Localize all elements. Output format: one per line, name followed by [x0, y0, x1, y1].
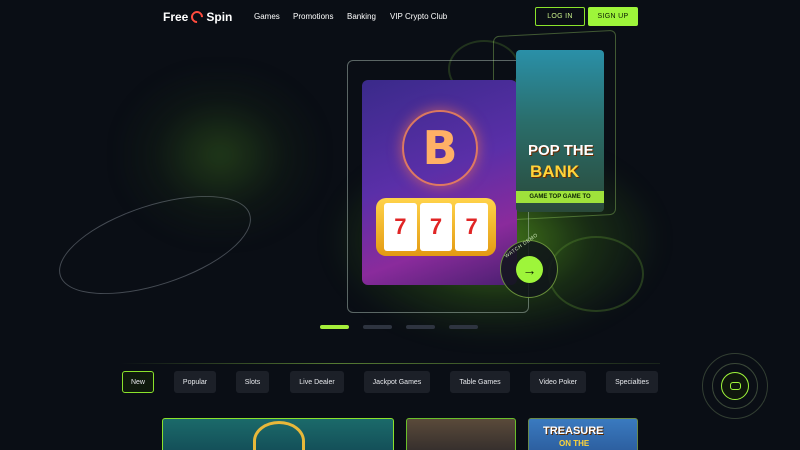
tab-video-poker[interactable]: Video Poker — [530, 371, 586, 393]
nav-games[interactable]: Games — [254, 12, 293, 21]
reel: 7 — [419, 203, 453, 251]
game-tile[interactable] — [162, 418, 394, 450]
watch-demo-button[interactable]: → — [516, 256, 543, 283]
hero-game-card[interactable]: POP THE BANK GAME TOP GAME TO — [516, 50, 604, 212]
pager-dot[interactable] — [363, 325, 392, 329]
tab-live-dealer[interactable]: Live Dealer — [290, 371, 344, 393]
game-tile-art — [253, 421, 305, 450]
chat-button[interactable] — [721, 372, 749, 400]
decorative-coin-bottom — [548, 236, 644, 312]
bitcoin-icon: B — [402, 110, 478, 186]
tab-popular[interactable]: Popular — [174, 371, 216, 393]
logo-suffix: Spin — [206, 10, 233, 24]
reel: 7 — [384, 203, 417, 251]
slot-reels: 7 7 7 — [376, 198, 496, 256]
tab-jackpot-games[interactable]: Jackpot Games — [364, 371, 430, 393]
nav-promotions[interactable]: Promotions — [293, 12, 347, 21]
tab-specialties[interactable]: Specialties — [606, 371, 658, 393]
main-nav: Games Promotions Banking VIP Crypto Club — [254, 12, 480, 21]
game-tile[interactable]: TREASURE ON THE — [528, 418, 638, 450]
arrow-right-icon: → — [522, 261, 537, 278]
chat-icon — [729, 382, 741, 390]
game-title-line2: BANK — [530, 162, 580, 181]
pager-dot[interactable] — [406, 325, 435, 329]
logo-text: Free — [163, 10, 189, 24]
tab-table-games[interactable]: Table Games — [450, 371, 510, 393]
game-tag: GAME TOP GAME TO — [516, 191, 604, 203]
game-tile-subtitle: ON THE — [559, 439, 590, 448]
tab-slots[interactable]: Slots — [236, 371, 269, 393]
login-button[interactable]: LOG IN — [535, 7, 585, 26]
site-logo[interactable]: Free Spin — [163, 8, 233, 26]
reel: 7 — [455, 203, 489, 251]
pager-dot[interactable] — [449, 325, 478, 329]
game-title: POP THE — [528, 142, 594, 159]
signup-button[interactable]: SIGN UP — [588, 7, 638, 26]
game-tile[interactable] — [406, 418, 516, 450]
pager-dot[interactable] — [320, 325, 349, 329]
tab-new[interactable]: New — [122, 371, 154, 393]
spin-logo-icon — [188, 8, 206, 26]
hero-pager — [320, 325, 478, 329]
site-header: Free Spin Games Promotions Banking VIP C… — [0, 0, 800, 34]
nav-banking[interactable]: Banking — [347, 12, 390, 21]
hero-slot-card[interactable]: B 7 7 7 — [362, 80, 517, 285]
tabs-divider — [120, 363, 660, 364]
game-tile-title: TREASURE — [543, 425, 604, 437]
nav-vip-crypto-club[interactable]: VIP Crypto Club — [390, 12, 480, 21]
